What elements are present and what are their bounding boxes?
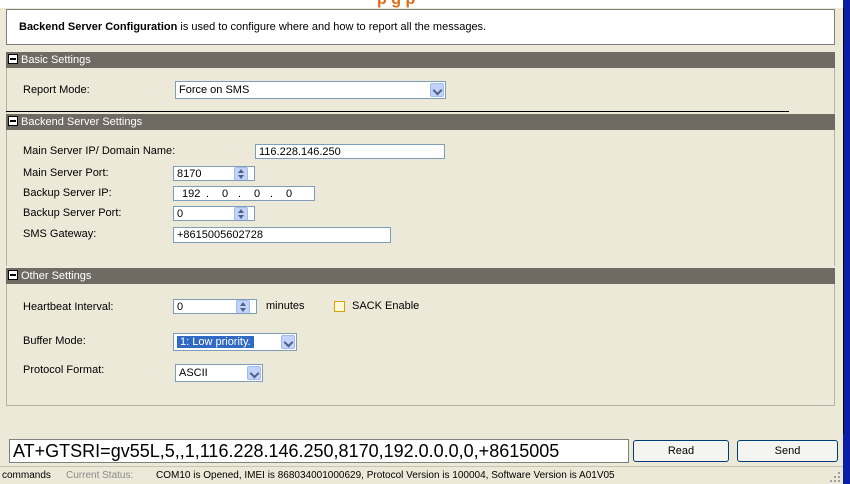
main-port-value: 8170 xyxy=(177,168,202,180)
section-panel-backend-server-settings: Main Server IP/ Domain Name: 116.228.146… xyxy=(6,130,835,266)
spinner-icon[interactable] xyxy=(234,167,248,180)
ip-octet-4: 0 xyxy=(286,188,293,200)
heartbeat-stepper[interactable]: 0 xyxy=(173,299,257,314)
backup-port-stepper[interactable]: 0 xyxy=(173,206,255,221)
section-header-basic-settings[interactable]: Basic Settings xyxy=(6,52,835,68)
section-header-backend-server-settings[interactable]: Backend Server Settings xyxy=(6,114,835,130)
top-strip: p g p xyxy=(0,0,850,8)
heartbeat-label: Heartbeat Interval: xyxy=(23,301,114,313)
description-box: Backend Server Configuration is used to … xyxy=(6,9,835,45)
command-bar: AT+GTSRI=gv55L,5,,1,116.228.146.250,8170… xyxy=(0,434,843,466)
heartbeat-unit: minutes xyxy=(266,300,305,312)
description-rest: is used to configure where and how to re… xyxy=(177,21,487,33)
section-panel-other-settings: Heartbeat Interval: 0 minutes SACK Enabl… xyxy=(6,284,835,406)
chevron-down-icon[interactable] xyxy=(281,335,295,349)
section-title: Other Settings xyxy=(21,270,92,282)
report-mode-select[interactable]: Force on SMS xyxy=(175,81,446,99)
spinner-icon[interactable] xyxy=(236,300,250,313)
protocol-format-value: ASCII xyxy=(179,367,208,379)
configuration-panel: Backend Server Configuration is used to … xyxy=(0,8,844,434)
protocol-format-select[interactable]: ASCII xyxy=(175,364,263,382)
sms-gateway-input[interactable]: +8615005602728 xyxy=(173,227,391,243)
main-port-label: Main Server Port: xyxy=(23,167,109,179)
buffer-mode-select[interactable]: 1: Low priority. xyxy=(173,333,297,351)
cut-off-title: p g p xyxy=(377,0,415,8)
current-status-label: Current Status: xyxy=(66,470,134,481)
sms-gateway-label: SMS Gateway: xyxy=(23,228,97,240)
collapse-icon[interactable] xyxy=(8,54,18,64)
ip-octet-1: 192 xyxy=(182,188,201,200)
chevron-down-icon[interactable] xyxy=(430,83,444,97)
description-bold: Backend Server Configuration xyxy=(19,21,178,33)
buffer-mode-label: Buffer Mode: xyxy=(23,335,86,347)
section-header-other-settings[interactable]: Other Settings xyxy=(6,268,835,284)
status-left-label: commands xyxy=(2,470,51,481)
backup-ip-input[interactable]: 192 . 0 . 0 . 0 xyxy=(173,186,315,201)
status-bar: commands Current Status: COM10 is Opened… xyxy=(0,466,843,484)
main-server-value: 116.228.146.250 xyxy=(259,146,341,158)
window-edge xyxy=(843,0,850,484)
collapse-icon[interactable] xyxy=(8,116,18,126)
status-message: COM10 is Opened, IMEI is 868034001000629… xyxy=(156,470,615,481)
resize-grip-icon[interactable] xyxy=(830,472,840,482)
sack-label: SACK Enable xyxy=(352,300,420,312)
buffer-mode-value: 1: Low priority. xyxy=(177,336,254,348)
backup-port-label: Backup Server Port: xyxy=(23,207,122,219)
spinner-icon[interactable] xyxy=(234,207,248,220)
report-mode-value: Force on SMS xyxy=(179,84,250,96)
chevron-down-icon[interactable] xyxy=(247,366,261,380)
report-mode-label: Report Mode: xyxy=(23,84,90,96)
collapse-icon[interactable] xyxy=(8,270,18,280)
ip-dot: . xyxy=(238,188,242,200)
ip-dot: . xyxy=(270,188,274,200)
divider xyxy=(6,111,789,112)
section-title: Backend Server Settings xyxy=(21,116,143,128)
ip-octet-2: 0 xyxy=(222,188,229,200)
section-panel-basic-settings: Report Mode: Force on SMS xyxy=(6,68,835,113)
protocol-format-label: Protocol Format: xyxy=(23,364,105,376)
sack-checkbox[interactable] xyxy=(334,301,345,312)
section-title: Basic Settings xyxy=(21,54,91,66)
description-text: Backend Server Configuration is used to … xyxy=(19,21,486,33)
ip-octet-3: 0 xyxy=(254,188,261,200)
command-text: AT+GTSRI=gv55L,5,,1,116.228.146.250,8170… xyxy=(13,441,560,461)
sms-gateway-value: +8615005602728 xyxy=(177,229,263,241)
send-button[interactable]: Send xyxy=(737,440,838,462)
ip-dot: . xyxy=(206,188,210,200)
heartbeat-value: 0 xyxy=(177,301,184,313)
main-port-stepper[interactable]: 8170 xyxy=(173,166,255,181)
command-input[interactable]: AT+GTSRI=gv55L,5,,1,116.228.146.250,8170… xyxy=(9,439,629,463)
backup-ip-label: Backup Server IP: xyxy=(23,187,112,199)
backup-port-value: 0 xyxy=(177,208,184,220)
main-server-input[interactable]: 116.228.146.250 xyxy=(255,144,445,159)
read-button[interactable]: Read xyxy=(633,440,729,462)
main-server-label: Main Server IP/ Domain Name: xyxy=(23,145,176,157)
